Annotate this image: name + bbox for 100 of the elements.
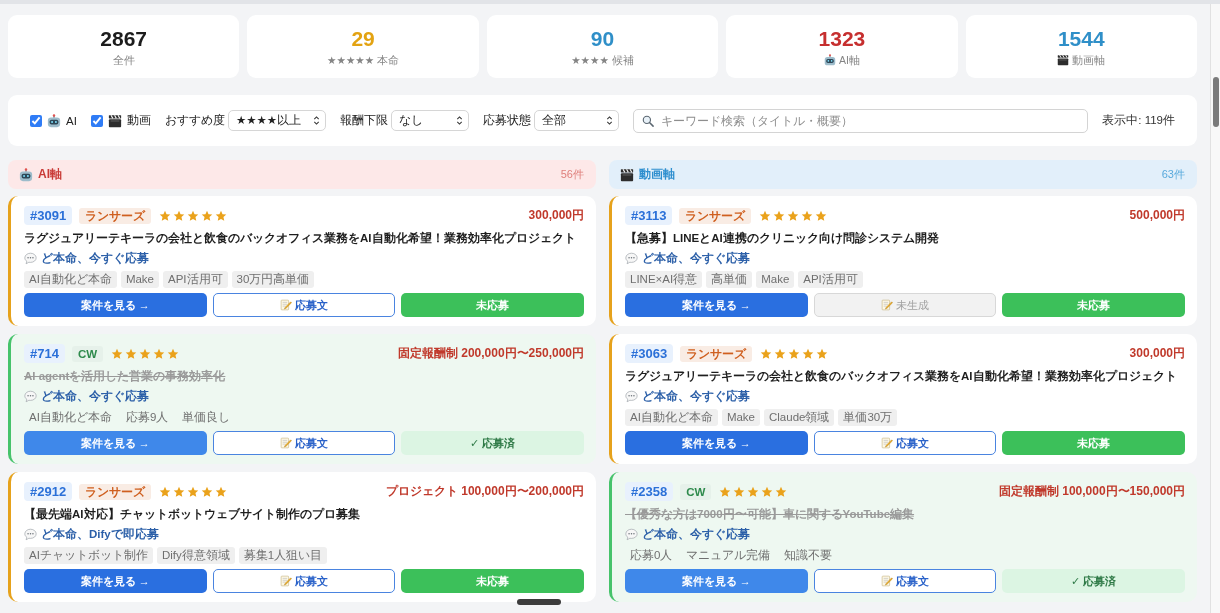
star-icon (802, 347, 815, 360)
tag: API活用可 (798, 271, 863, 288)
star-icon (773, 209, 786, 222)
dropdown[interactable]: なし (390, 110, 469, 131)
tag: AI自動化ど本命 (24, 271, 117, 288)
stat-count: 2867 (100, 26, 148, 51)
tag: AI自動化ど本命 (24, 409, 117, 426)
stat-label: ★★★★ 候補 (571, 53, 634, 67)
checkbox[interactable] (90, 114, 103, 127)
speech-bubble-icon (24, 390, 37, 403)
stat-label: AI軸 (838, 53, 860, 67)
source-badge: CW (71, 345, 104, 362)
star-icon (816, 347, 829, 360)
tag: 応募0人 (625, 547, 678, 564)
stat-label: 全件 (112, 53, 135, 67)
star-icon (139, 347, 152, 360)
checkbox-label: 動画 (126, 113, 151, 128)
column-count: 56件 (560, 167, 584, 182)
search-field[interactable]: キーワード検索（タイトル・概要） (632, 108, 1089, 133)
stat-label: 動画軸 (1072, 53, 1106, 67)
star-icon (167, 347, 180, 360)
search-icon (641, 114, 654, 127)
star-icon (775, 485, 788, 498)
speech-bubble-icon (24, 528, 37, 541)
view-job-button[interactable]: 案件を見る → (625, 293, 808, 317)
tag: 高単価 (706, 271, 753, 288)
source-badge: ランサーズ (79, 483, 152, 500)
stat-count: 90 (590, 26, 615, 51)
updown-chevron-icon (312, 115, 320, 126)
memo-icon (881, 575, 893, 587)
comment-text: ど本命、今すぐ応募 (642, 251, 750, 266)
view-job-button[interactable]: 案件を見る → (24, 293, 207, 317)
star-icon (788, 347, 801, 360)
memo-icon (280, 575, 292, 587)
filter-label: 報酬下限 (339, 113, 388, 128)
draft-button[interactable]: 応募文 (212, 293, 396, 317)
job-title: ラグジュアリーテキーラの会社と飲食のバックオフィス業務をAI自動化希望！業務効率化プロジェクト (24, 230, 577, 247)
draft-button[interactable]: 応募文 (813, 431, 997, 455)
tag: 単価良し (177, 409, 236, 426)
star-icon (159, 209, 172, 222)
tag: 30万円高単価 (231, 271, 315, 288)
column-title: AI軸 (38, 166, 62, 183)
job-title: 【最先端AI対応】チャットボットウェブサイト制作のプロ募集 (24, 506, 361, 522)
speech-bubble-icon (625, 528, 638, 541)
memo-icon (280, 299, 292, 311)
column-title: 動画軸 (639, 166, 675, 183)
star-icon (153, 347, 166, 360)
job-id-badge: #3113 (625, 206, 673, 225)
view-job-button[interactable]: 案件を見る → (625, 569, 808, 593)
source-badge: ランサーズ (679, 207, 752, 224)
draft-button[interactable]: 応募文 (813, 569, 997, 593)
job-id-badge: #3063 (625, 344, 674, 363)
star-icon (815, 209, 828, 222)
star-icon (747, 485, 760, 498)
tag: 応募9人 (120, 409, 174, 426)
column-count: 63件 (1161, 167, 1185, 182)
clapperboard-icon (1057, 54, 1070, 66)
star-icon (111, 347, 124, 360)
star-icon (187, 485, 200, 498)
star-icon (125, 347, 138, 360)
job-id-badge: #714 (24, 344, 65, 363)
tag: Make (120, 271, 159, 288)
memo-icon (280, 437, 292, 449)
speech-bubble-icon (625, 252, 638, 265)
view-job-button[interactable]: 案件を見る → (24, 431, 207, 455)
tag: Dify得意領域 (156, 547, 235, 564)
price: プロジェクト 100,000円〜200,000円 (385, 483, 584, 500)
scrollbar-thumb[interactable] (1213, 77, 1219, 127)
tag: 知識不要 (779, 547, 838, 564)
memo-icon (881, 299, 893, 311)
star-icon (215, 485, 228, 498)
clapperboard-icon (107, 113, 122, 128)
source-badge: ランサーズ (680, 345, 753, 362)
comment-text: ど本命、Difyで即応募 (41, 527, 159, 542)
job-title: 【優秀な方は7000円〜可能】車に関するYouTube編集 (625, 506, 916, 523)
dropdown[interactable]: 全部 (533, 110, 619, 131)
memo-icon (881, 437, 893, 449)
job-title: ラグジュアリーテキーラの会社と飲食のバックオフィス業務をAI自動化希望！業務効率化プロジェクト (625, 368, 1178, 385)
draft-button[interactable]: 応募文 (212, 431, 396, 455)
dropdown[interactable]: ★★★★以上 (227, 110, 326, 131)
draft-button[interactable]: 応募文 (212, 569, 396, 593)
updown-chevron-icon (455, 115, 463, 126)
star-icon (201, 485, 214, 498)
star-icon (173, 485, 186, 498)
robot-icon (19, 167, 33, 182)
tag: Claude領域 (764, 409, 835, 426)
job-id-badge: #3091 (24, 206, 73, 225)
status-button[interactable]: ✓ 応募済 (1002, 569, 1185, 593)
star-icon (733, 485, 746, 498)
star-icon (761, 485, 774, 498)
comment-text: ど本命、今すぐ応募 (642, 389, 750, 404)
view-job-button[interactable]: 案件を見る → (625, 431, 808, 455)
checkbox[interactable] (30, 114, 42, 127)
scroll-indicator[interactable] (517, 599, 561, 605)
speech-bubble-icon (24, 252, 37, 265)
price: 500,000円 (1129, 207, 1185, 224)
job-id-badge: #2358 (625, 482, 674, 501)
view-job-button[interactable]: 案件を見る → (24, 569, 207, 593)
status-button[interactable]: ✓ 応募済 (401, 431, 584, 455)
job-title: AI agentを活用した営業の事務効率化 (24, 368, 227, 385)
